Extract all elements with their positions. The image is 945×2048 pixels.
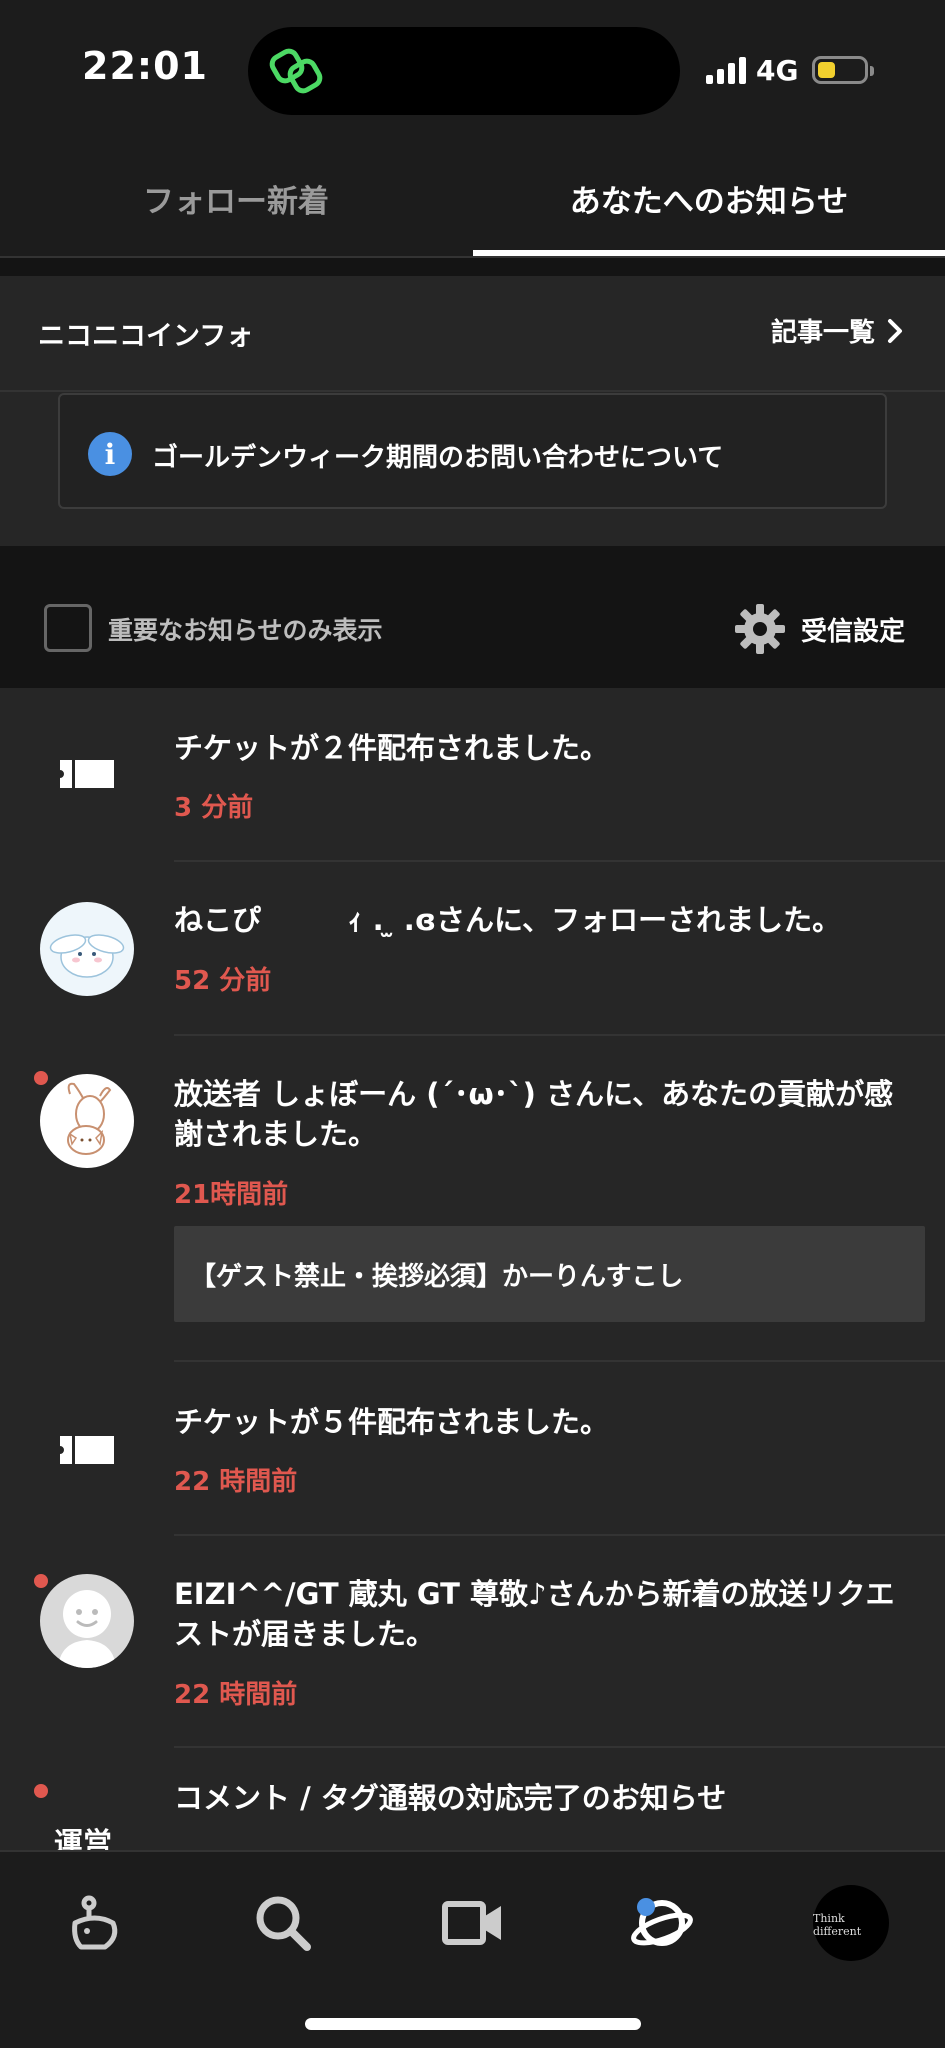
notification-item[interactable]: チケットが５件配布されました。 22 時間前 (0, 1362, 945, 1536)
info-icon: i (88, 432, 132, 476)
notification-time: 52 分前 (174, 966, 272, 996)
notification-time: 21時間前 (174, 1180, 289, 1210)
home-mascot-icon (72, 1895, 118, 1950)
tab-notifications[interactable]: あなたへのお知らせ (473, 140, 945, 256)
niconico-info-section: ニコニコインフォ 記事一覧 i ゴールデンウィーク期間のお問い合わせについて (0, 276, 945, 546)
home-indicator[interactable] (305, 2018, 641, 2030)
notification-time: 22 時間前 (174, 1680, 298, 1710)
notification-message: EIZI^^/GT 蔵丸 GT 尊敬♪さんから新着の放送リクエストが届きました。 (174, 1577, 895, 1651)
nav-search[interactable] (238, 1878, 328, 1968)
receive-settings-label: 受信設定 (800, 616, 905, 647)
tab-follow-new[interactable]: フォロー新着 (0, 140, 472, 256)
notification-item[interactable]: 運営 コメント / タグ通報の対応完了のお知らせ (0, 1748, 945, 1850)
avatar[interactable] (40, 1074, 134, 1168)
dynamic-island (248, 27, 680, 115)
cat-avatar-icon (67, 1082, 112, 1155)
avatar: Think different (813, 1885, 889, 1961)
status-bar: 22:01 4G (0, 0, 945, 140)
link-icon (269, 48, 323, 94)
filter-bar: 重要なお知らせのみ表示 受信設定 (0, 546, 945, 688)
notification-item[interactable]: チケットが２件配布されました。 3 分前 (0, 688, 945, 862)
notification-time: 22 時間前 (174, 1467, 298, 1497)
notification-message: チケットが２件配布されました。 (174, 731, 610, 765)
signal-icon (706, 56, 746, 84)
bell-planet-icon (631, 1898, 693, 1946)
avatar[interactable] (40, 902, 134, 996)
notification-time: 3 分前 (174, 793, 254, 823)
section-gap (0, 258, 945, 276)
active-tab-indicator (473, 250, 945, 256)
status-time: 22:01 (82, 44, 208, 88)
notification-item[interactable]: 放送者 しょぼーん (´･ω･`) さんに、あなたの貢献が感謝されました。 21… (0, 1036, 945, 1362)
info-notice-text: ゴールデンウィーク期間のお問い合わせについて (152, 443, 724, 473)
important-only-label[interactable]: 重要なお知らせのみ表示 (108, 611, 383, 647)
battery-icon (812, 56, 875, 84)
video-camera-icon (442, 1901, 501, 1945)
nav-notifications[interactable] (617, 1878, 707, 1968)
network-type: 4G (756, 53, 799, 87)
nav-home[interactable] (50, 1878, 140, 1968)
notification-message: チケットが５件配布されました。 (174, 1405, 610, 1439)
receive-settings-button[interactable]: 受信設定 (733, 602, 905, 656)
notification-message: 放送者 しょぼーん (´･ω･`) さんに、あなたの貢献が感謝されました。 (174, 1077, 894, 1151)
gear-icon (734, 604, 785, 654)
notification-message: コメント / タグ通報の対応完了のお知らせ (174, 1781, 727, 1815)
important-only-checkbox[interactable] (44, 604, 92, 652)
info-title: ニコニコインフォ (38, 321, 254, 352)
tab-bar: フォロー新着 あなたへのお知らせ (0, 140, 945, 258)
article-list-link[interactable]: 記事一覧 (771, 312, 903, 349)
notification-list: チケットが２件配布されました。 3 分前 ねこぴ ｨ . ̫ .ɞさんに、フォロ… (0, 688, 945, 1850)
notification-item[interactable]: ねこぴ ｨ . ̫ .ɞさんに、フォローされました。 52 分前 (0, 862, 945, 1036)
article-list-label: 記事一覧 (770, 318, 875, 348)
unread-dot (34, 1574, 48, 1588)
nav-profile[interactable]: Think different (806, 1878, 896, 1968)
profile-caption: Think different (813, 1912, 862, 1938)
status-indicators: 4G (706, 52, 875, 88)
cinnamoroll-avatar-icon (49, 934, 125, 978)
face-icon (58, 1590, 116, 1668)
notification-message: ねこぴ ｨ . ̫ .ɞさんに、フォローされました。 (174, 903, 842, 937)
default-avatar-icon[interactable] (40, 1574, 134, 1668)
ticket-icon (60, 760, 114, 788)
broadcast-title-card[interactable]: 【ゲスト禁止・挨拶必須】かーりんすこし (174, 1226, 925, 1322)
unread-dot (34, 1784, 48, 1798)
info-header: ニコニコインフォ 記事一覧 (0, 276, 945, 392)
unread-dot (34, 1071, 48, 1085)
admin-badge: 運営 (54, 1826, 113, 1850)
ticket-icon (60, 1436, 114, 1464)
nav-live[interactable] (428, 1878, 518, 1968)
notification-item[interactable]: EIZI^^/GT 蔵丸 GT 尊敬♪さんから新着の放送リクエストが届きました。… (0, 1536, 945, 1748)
search-icon (256, 1896, 311, 1951)
info-notice-card[interactable]: i ゴールデンウィーク期間のお問い合わせについて (58, 393, 887, 509)
chevron-right-icon (888, 318, 902, 343)
